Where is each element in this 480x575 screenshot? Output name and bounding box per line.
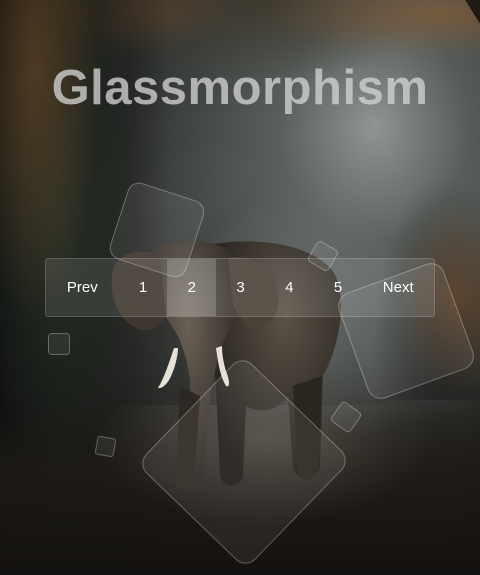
glass-square-decoration <box>48 333 70 355</box>
page-title: Glassmorphism <box>51 61 429 115</box>
glass-square-decoration <box>94 435 117 458</box>
page-button-1[interactable]: 1 <box>119 259 168 316</box>
page-button-2[interactable]: 2 <box>167 259 217 316</box>
pagination-bar: Prev 1 2 3 4 5 Next <box>45 258 435 317</box>
prev-page-button[interactable]: Prev <box>46 259 119 316</box>
page-button-4[interactable]: 4 <box>265 259 314 316</box>
page-button-3[interactable]: 3 <box>216 259 265 316</box>
next-page-button[interactable]: Next <box>362 259 434 316</box>
page-button-5[interactable]: 5 <box>314 259 363 316</box>
